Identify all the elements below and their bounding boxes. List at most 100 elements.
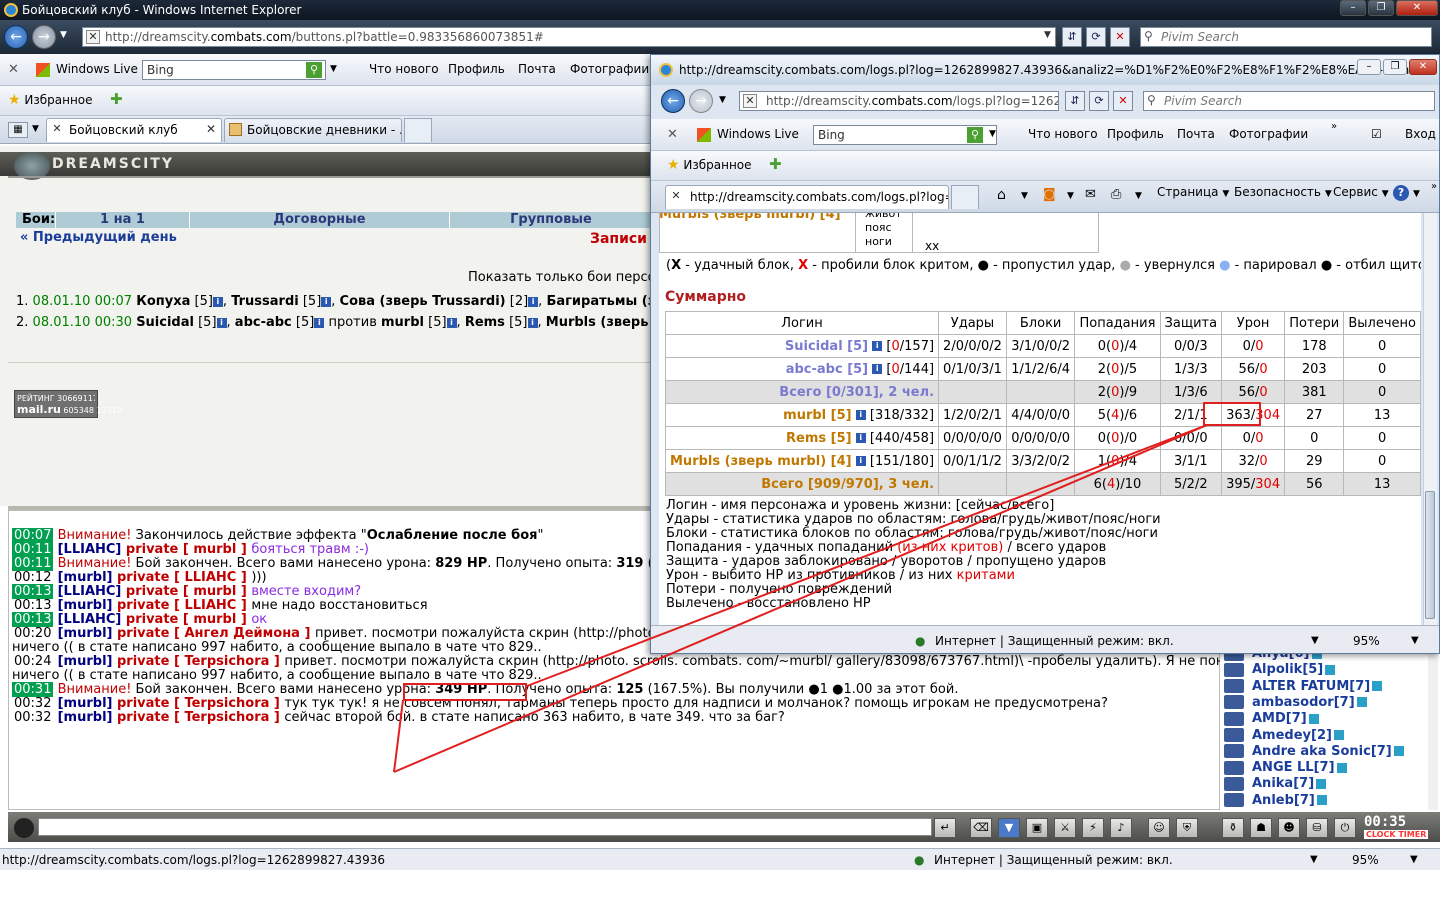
info-icon[interactable] — [1316, 795, 1327, 806]
chat-nick[interactable]: [murbl] — [58, 654, 117, 669]
chat-nick[interactable]: [murbl] — [58, 696, 117, 711]
chat-timestamp[interactable]: 00:32 — [12, 696, 53, 711]
help-icon[interactable]: ? — [1393, 185, 1409, 201]
zoom-dropdown-icon[interactable]: ▼ — [1411, 626, 1419, 653]
chat-private-tag[interactable]: private [ Terpsichora ] — [117, 654, 284, 669]
zoom-level[interactable]: 95% — [1353, 626, 1380, 653]
user-list-item[interactable]: AMD[7] — [1224, 711, 1319, 727]
menu-page[interactable]: Страница ▼ — [1157, 185, 1229, 199]
potion-icon[interactable]: ⚱ — [1222, 818, 1244, 838]
close-toolbar-icon[interactable]: ✕ — [8, 62, 19, 77]
add-favorite-icon[interactable]: ✚ — [769, 155, 782, 173]
user-name[interactable]: Anika — [1252, 776, 1293, 791]
zoom-level[interactable]: 95% — [1352, 849, 1379, 871]
chat-nick[interactable]: [LLIAHC] — [58, 584, 126, 599]
tab-fight-club[interactable]: Бойцовский клуб — [46, 118, 222, 142]
user-list-item[interactable]: Amedey[2] — [1224, 728, 1344, 744]
user-name[interactable]: Amedey — [1252, 728, 1311, 743]
toolbar-link-photos[interactable]: Фотографии — [1229, 127, 1308, 141]
user-list-item[interactable]: Andre aka Sonic[7] — [1224, 744, 1404, 760]
more-chevron-icon[interactable]: » — [1331, 121, 1337, 132]
chat-nick[interactable]: [murbl] — [58, 598, 117, 613]
info-icon[interactable] — [1333, 730, 1344, 740]
home-icon[interactable]: ⌂ — [997, 187, 1006, 203]
login-button[interactable]: Вход — [1405, 127, 1436, 141]
maximize-icon[interactable]: ❐ — [1383, 59, 1407, 75]
refresh-icon[interactable]: ⟳ — [1089, 91, 1109, 111]
info-icon[interactable] — [1393, 746, 1404, 757]
player-name[interactable]: Всего [909/970], 3 чел. — [761, 477, 934, 492]
user-name[interactable]: ANGE LL — [1252, 760, 1314, 775]
refresh-icon[interactable]: ⟳ — [1086, 27, 1106, 47]
rss-dropdown-icon[interactable]: ▼ — [1067, 191, 1074, 201]
chat-input[interactable] — [38, 818, 932, 836]
user-list-item[interactable]: ANGE LL[7] — [1224, 760, 1347, 776]
info-icon[interactable]: i — [872, 341, 883, 351]
user-name[interactable]: ambasodor — [1252, 695, 1334, 710]
fight-icon[interactable]: ⚔ — [1054, 818, 1076, 838]
forward-arrow-icon[interactable]: → — [32, 25, 56, 49]
chat-timestamp[interactable]: 00:31 — [12, 682, 54, 697]
chat-timestamp[interactable]: 00:11 — [12, 542, 54, 557]
favorites-button[interactable]: ★ Избранное — [667, 157, 752, 173]
rss-icon[interactable]: ◙ — [1043, 187, 1056, 202]
bing-go-icon[interactable]: ⚲ — [967, 127, 983, 143]
new-tab-button[interactable] — [951, 185, 979, 209]
mask-icon[interactable]: ☻ — [1278, 818, 1300, 838]
player-name[interactable]: Suicidal — [136, 315, 194, 330]
info-icon[interactable] — [1356, 697, 1367, 708]
info-icon[interactable]: i — [855, 456, 866, 466]
user-name[interactable]: Anleb — [1252, 793, 1294, 808]
player-name[interactable]: Копуха — [136, 294, 190, 309]
chat-nick[interactable]: [murbl] — [58, 710, 117, 725]
help-dropdown-icon[interactable]: ▼ — [1413, 189, 1420, 199]
print-dropdown-icon[interactable]: ▼ — [1135, 191, 1142, 201]
player-name[interactable]: Сова (зверь Trussardi) — [340, 294, 506, 309]
info-icon[interactable]: i — [872, 364, 883, 374]
player-name[interactable]: abc-abc — [235, 315, 292, 330]
address-dropdown-icon[interactable]: ▼ — [1044, 30, 1051, 40]
close-tab-icon[interactable]: ✕ — [206, 122, 216, 136]
new-tab-button[interactable] — [404, 118, 432, 142]
favorites-button[interactable]: ★ Избранное — [8, 92, 93, 108]
info-icon[interactable]: i — [314, 317, 325, 328]
search-input[interactable]: Pivim Search — [1140, 27, 1432, 47]
toolbar-link-mail[interactable]: Почта — [518, 62, 556, 76]
user-list-scrollbar[interactable] — [1428, 650, 1438, 810]
smiley-icon[interactable]: ☺ — [1148, 818, 1170, 838]
user-name[interactable]: ALTER FATUM — [1252, 679, 1349, 694]
info-icon[interactable]: i — [855, 410, 866, 420]
bing-dropdown-icon[interactable]: ▼ — [330, 64, 337, 74]
player-name[interactable]: abc-abc [5] — [786, 362, 868, 377]
windows-live-button[interactable]: Windows Live — [36, 62, 138, 77]
chat-timestamp[interactable]: 00:24 — [12, 654, 53, 669]
chat-nick[interactable]: [LLIAHC] — [58, 542, 126, 557]
chat-timestamp[interactable]: 00:11 — [12, 556, 54, 571]
chat-timestamp[interactable]: 00:07 — [12, 528, 54, 543]
battle-type-1v1[interactable]: 1 на 1 — [56, 212, 190, 228]
info-icon[interactable]: i — [855, 433, 866, 443]
battle-type-contract[interactable]: Договорные — [190, 212, 450, 228]
battle-row[interactable]: 2. 08.01.10 00:30 Suicidal [5] i, abc-abc… — [16, 315, 676, 330]
player-name[interactable]: Suicidal [5] — [785, 339, 868, 354]
scroll-icon[interactable]: ⚡ — [1082, 818, 1104, 838]
info-icon[interactable] — [1372, 681, 1383, 692]
info-icon[interactable]: i — [212, 296, 223, 307]
more-chevron-icon[interactable]: » — [1431, 181, 1437, 192]
print-icon[interactable]: ⎙ — [1111, 187, 1121, 202]
music-icon[interactable]: ♪ — [1110, 818, 1132, 838]
info-icon[interactable]: i — [446, 317, 457, 328]
add-favorite-icon[interactable]: ✚ — [110, 90, 123, 108]
chat-private-tag[interactable]: private [ LLIAHC ] — [117, 598, 251, 613]
send-icon[interactable]: ↵ — [934, 818, 956, 838]
info-icon[interactable]: i — [321, 296, 332, 307]
chat-private-tag[interactable]: private [ murbl ] — [126, 612, 251, 627]
battle-row[interactable]: 1. 08.01.10 00:07 Копуха [5] i, Trussardi… — [16, 294, 672, 309]
protected-mode-icon[interactable]: ▼ — [1310, 849, 1318, 871]
player-name[interactable]: Всего [0/301], 2 чел. — [779, 385, 934, 400]
info-icon[interactable]: i — [528, 296, 539, 307]
menu-security[interactable]: Безопасность ▼ — [1234, 185, 1332, 199]
chat-private-tag[interactable]: private [ Ангел Деймона ] — [117, 626, 315, 641]
chat-private-tag[interactable]: private [ murbl ] — [126, 584, 251, 599]
player-name[interactable]: Murbls (зверь murbl) [4] — [670, 454, 852, 469]
